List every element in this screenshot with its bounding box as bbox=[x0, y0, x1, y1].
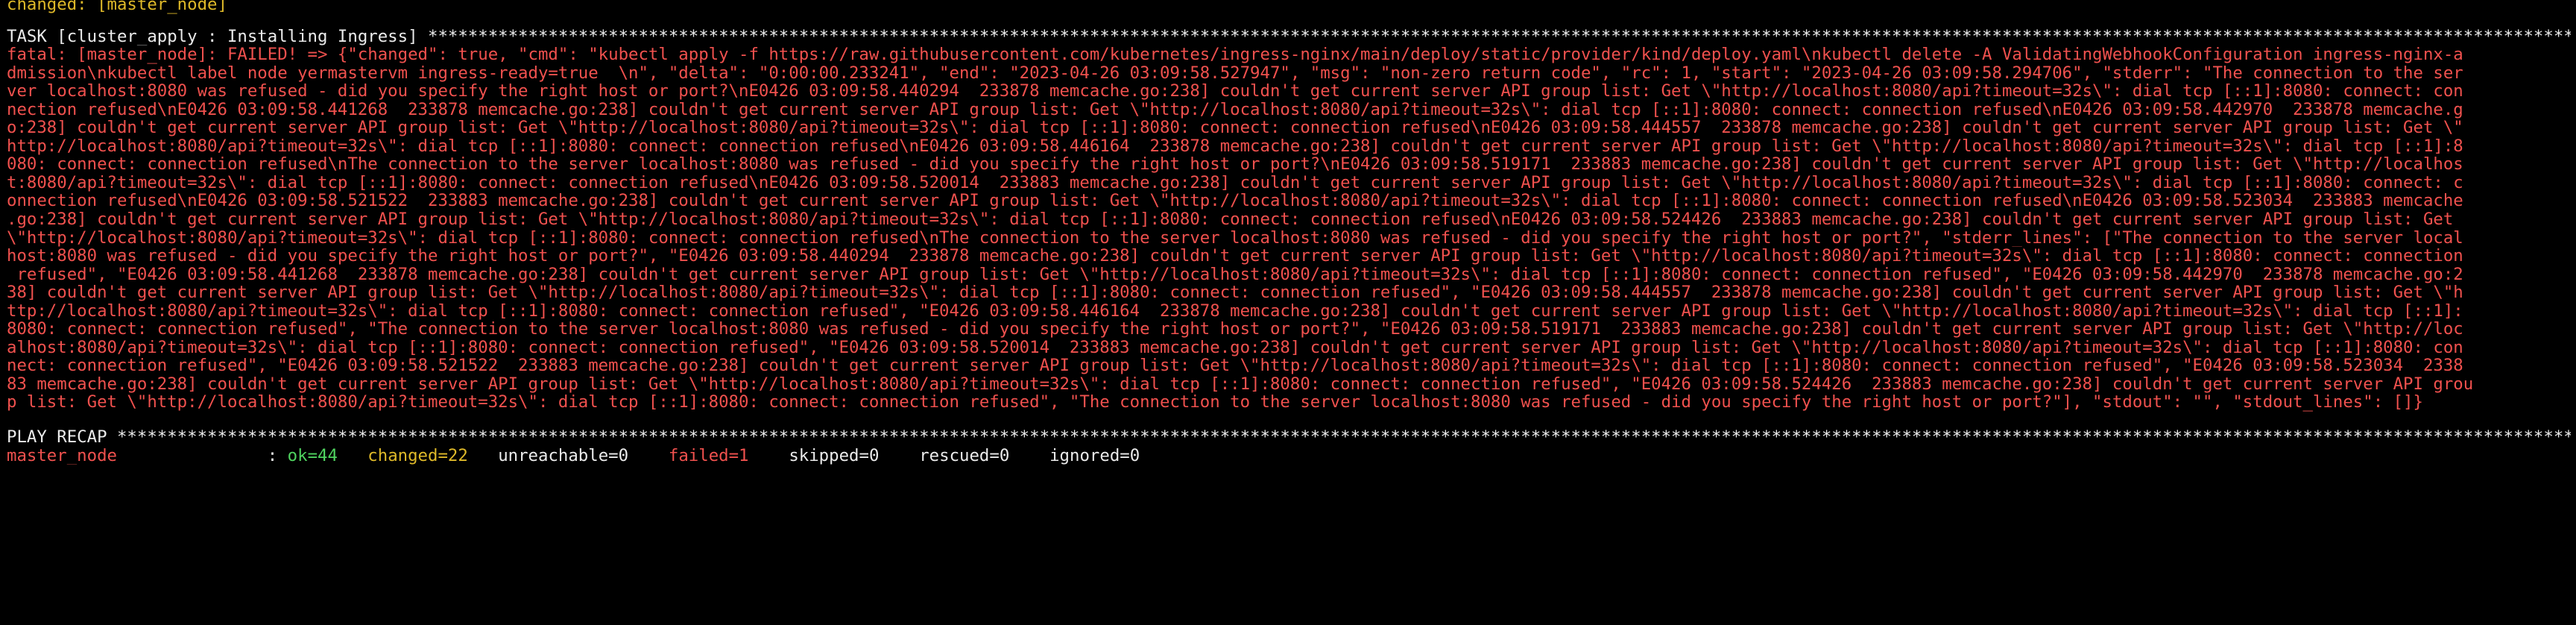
recap-ignored: ignored=0 bbox=[1049, 446, 1140, 465]
error-line: nection refused\nE0426 03:09:58.441268 2… bbox=[7, 100, 2463, 119]
error-line: ttp://localhost:8080/api?timeout=32s\": … bbox=[7, 301, 2463, 321]
error-line: .go:238] couldn't get current server API… bbox=[7, 210, 2454, 229]
error-line: 080: connect: connection refused\nThe co… bbox=[7, 155, 2463, 174]
error-line: t:8080/api?timeout=32s\": dial tcp [::1]… bbox=[7, 173, 2463, 192]
error-line: dmission\nkubectl label node yermastervm… bbox=[7, 63, 2463, 83]
task-header: TASK [cluster_apply : Installing Ingress… bbox=[7, 27, 2571, 46]
error-line: o:238] couldn't get current server API g… bbox=[7, 119, 2463, 137]
error-line: ver localhost:8080 was refused - did you… bbox=[7, 82, 2463, 101]
error-line: nect: connection refused", "E0426 03:09:… bbox=[7, 357, 2463, 375]
recap-skipped: skipped=0 bbox=[789, 446, 880, 465]
error-line: alhost:8080/api?timeout=32s\": dial tcp … bbox=[7, 338, 2463, 357]
error-line: 38] couldn't get current server API grou… bbox=[7, 283, 2463, 302]
recap-spacer bbox=[749, 447, 789, 465]
fatal-error-block: fatal: [master_node]: FAILED! => {"chang… bbox=[7, 45, 2571, 412]
recap-failed: failed=1 bbox=[668, 446, 749, 465]
recap-spacer bbox=[468, 447, 498, 465]
play-recap-row: master_node : ok=44 changed=22 unreachab… bbox=[7, 447, 2571, 465]
recap-spacer bbox=[1009, 447, 1049, 465]
error-line: http://localhost:8080/api?timeout=32s\":… bbox=[7, 136, 2463, 156]
error-line: 83 memcache.go:238] couldn't get current… bbox=[7, 374, 2474, 394]
terminal-output[interactable]: changed: [master_node] TASK [cluster_app… bbox=[7, 0, 2571, 465]
recap-spacer bbox=[628, 447, 669, 465]
recap-spacer bbox=[879, 447, 919, 465]
recap-unreachable: unreachable=0 bbox=[498, 446, 629, 465]
error-line: \"http://localhost:8080/api?timeout=32s\… bbox=[7, 228, 2463, 248]
error-line: refused", "E0426 03:09:58.441268 233878 … bbox=[7, 265, 2463, 284]
recap-host: master_node bbox=[7, 446, 117, 465]
error-line: p list: Get \"http://localhost:8080/api?… bbox=[7, 393, 2423, 412]
recap-rescued: rescued=0 bbox=[919, 446, 1010, 465]
error-line: fatal: [master_node]: FAILED! => {"chang… bbox=[7, 45, 2463, 64]
error-line: onnection refused\nE0426 03:09:58.521522… bbox=[7, 192, 2463, 211]
error-line: host:8080 was refused - did you specify … bbox=[7, 247, 2463, 266]
error-line: 8080: connect: connection refused", "The… bbox=[7, 320, 2463, 339]
recap-changed: changed=22 bbox=[367, 446, 468, 465]
recap-separator: : bbox=[116, 446, 288, 465]
changed-status-line: changed: [master_node] bbox=[7, 0, 227, 14]
recap-ok: ok=44 bbox=[287, 446, 338, 465]
recap-spacer bbox=[338, 447, 367, 465]
play-recap-header: PLAY RECAP *****************************… bbox=[7, 428, 2571, 447]
